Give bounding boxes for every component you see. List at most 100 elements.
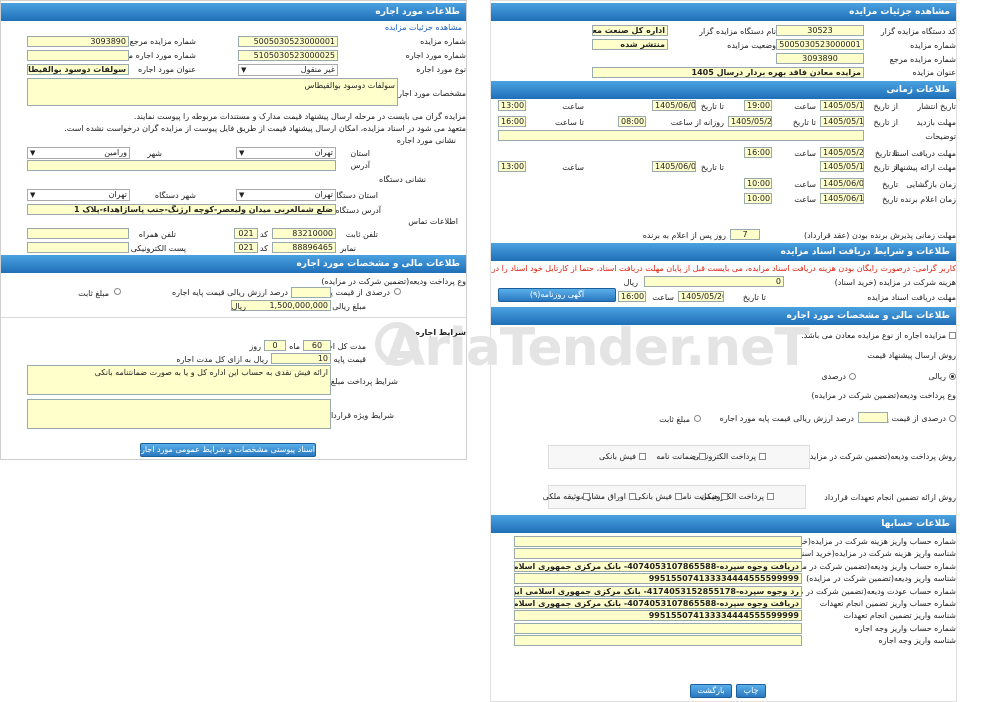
docs-header: طلاعات و شرایط دریافت اسناد مزایده bbox=[491, 243, 956, 261]
account-value-field bbox=[514, 622, 802, 634]
announce-date: 1405/06/11 bbox=[820, 193, 864, 204]
account-value-field: 995155074133334444555599999 bbox=[514, 573, 802, 585]
visit-to-date: 1405/05/20 bbox=[728, 116, 772, 127]
visit-daily-from: 08:00 bbox=[618, 116, 646, 127]
rial-option-radio[interactable] bbox=[949, 373, 956, 380]
account-value-field bbox=[514, 548, 802, 560]
doc-fee-label: هزینه شرکت در مزایده (خرید اسناد) bbox=[834, 278, 956, 287]
fixed-amount-radio[interactable] bbox=[114, 288, 121, 295]
doc-deadline-label: مهلت دریافت اسناد bbox=[891, 149, 956, 158]
bid-from-date: 1405/05/10 bbox=[820, 161, 864, 172]
account-value-field: دریافت وجوه سپرده-4074053107865588- بانک… bbox=[514, 598, 802, 609]
contract-terms-field bbox=[27, 399, 331, 429]
org-code-field: 30523 bbox=[776, 25, 864, 36]
payment-terms-field: ارائه فیش نقدی به حساب این اداره کل و یا… bbox=[27, 365, 331, 395]
doc-deadline-date: 1405/05/20 bbox=[820, 147, 864, 158]
doc-fee-field: 0 bbox=[644, 276, 784, 287]
account-label: شناسه واریز وجه اجاره bbox=[878, 636, 956, 646]
bid-to-time: 13:00 bbox=[498, 161, 526, 172]
percent-base-radio[interactable] bbox=[394, 288, 401, 295]
lease-attachments-button[interactable]: اسناد پیوستی مشخصات و شرایط عمومی مورد ا… bbox=[126, 443, 316, 457]
percent-option-radio[interactable] bbox=[849, 373, 856, 380]
bid-from-label: از تاریخ bbox=[873, 163, 898, 172]
city-select[interactable]: ▼ ورامین bbox=[27, 147, 130, 159]
announce-label: زمان اعلام برنده bbox=[900, 195, 956, 204]
account-value-field bbox=[514, 536, 802, 547]
specs-label: مشخصات مورد اجاره bbox=[393, 89, 466, 98]
account-label: شناسه واریز هزینه شرکت در مزایده(خرید اس… bbox=[792, 549, 956, 559]
deposit-method-option-checkbox[interactable] bbox=[759, 453, 766, 460]
ref-number-label: شماره مزایده مرجع bbox=[129, 37, 196, 46]
lease-title-label: عنوان مورد اجاره bbox=[137, 65, 196, 74]
guarantee-method-option-checkbox[interactable] bbox=[721, 493, 728, 500]
publish-to-time: 13:00 bbox=[498, 100, 526, 111]
publish-to-hour-label: ساعت bbox=[562, 102, 584, 111]
mobile-label: تلفن همراه bbox=[138, 230, 176, 239]
chevron-down-icon: ▼ bbox=[241, 66, 247, 74]
visit-daily-to-label: تا ساعت bbox=[555, 118, 584, 127]
note-no-attachment: متعهد می شود در اسناد مزایده، امکان ارسا… bbox=[64, 124, 466, 133]
device-province-select[interactable]: ▼ تهران bbox=[236, 189, 336, 201]
email-field bbox=[27, 242, 129, 253]
ref-number-label: شماره مزایده مرجع bbox=[889, 55, 956, 64]
account-value-field: رد وجوه سپرده-4174053152855178- بانک مرک… bbox=[514, 585, 802, 597]
guarantee-method-option-checkbox[interactable] bbox=[767, 493, 774, 500]
chevron-down-icon: ▼ bbox=[30, 191, 36, 199]
guarantee-method-option-checkbox[interactable] bbox=[629, 493, 636, 500]
guarantee-method-option-checkbox[interactable] bbox=[583, 493, 590, 500]
deposit-method-option-checkbox[interactable] bbox=[639, 453, 646, 460]
deposit-method-option-label: ضمانت نامه bbox=[656, 452, 696, 461]
back-button[interactable]: بازگشت bbox=[690, 684, 732, 698]
auction-number-label: شماره مزایده bbox=[910, 41, 956, 50]
announce-date-label: تاریخ bbox=[882, 195, 898, 204]
guarantee-method-option-label: وثیقه ملکی bbox=[542, 492, 580, 501]
lease-type-select[interactable]: ▼ غیر منقول bbox=[238, 64, 338, 76]
view-auction-details-link[interactable]: مشاهده جزئیات مزایده bbox=[385, 23, 462, 32]
visit-daily-label: روزانه از ساعت bbox=[670, 118, 724, 127]
doc-receive-hour-label: ساعت bbox=[652, 293, 674, 302]
province-select[interactable]: ▼ تهران bbox=[236, 147, 336, 159]
description-label: توضیحات bbox=[925, 132, 956, 141]
chevron-down-icon: ▼ bbox=[30, 149, 36, 157]
doc-receive-date: 1405/05/20 bbox=[678, 291, 724, 302]
auction-number-field: 5005030523000001 bbox=[238, 36, 338, 47]
section-divider bbox=[1, 317, 466, 318]
org-name-label: نام دستگاه مزایده گزار bbox=[699, 27, 776, 36]
status-field: منتشر شده bbox=[592, 39, 668, 50]
lease-financial-header: طلاعات مالی و مشخصات مورد اجاره bbox=[1, 255, 466, 273]
acceptance-suffix: روز پس از اعلام به برنده bbox=[642, 231, 726, 240]
bid-method-label: روش ارسال پیشنهاد قیمت bbox=[867, 351, 956, 360]
device-city-value: تهران bbox=[108, 190, 127, 199]
percent-option-label: درصدی bbox=[821, 372, 846, 381]
multi-item-checkbox[interactable] bbox=[949, 332, 956, 339]
percent-base-value-label: درصد ارزش ریالی قیمت پایه مورد اجاره bbox=[719, 414, 854, 423]
conditions-header: شرایط اجاره bbox=[415, 328, 466, 337]
bid-to-hour-label: ساعت bbox=[562, 163, 584, 172]
fixed-amount-radio[interactable] bbox=[694, 415, 701, 422]
doc-deadline-to-label: تا تاریخ bbox=[874, 149, 898, 158]
percent-base-radio[interactable] bbox=[949, 415, 956, 422]
newspaper-ad-button[interactable]: آگهی روزنامه(۹) bbox=[498, 288, 616, 302]
auction-number-field: 5005030523000001 bbox=[776, 39, 864, 50]
guarantee-method-option-checkbox[interactable] bbox=[675, 493, 682, 500]
publish-to-date: 1405/06/03 bbox=[652, 100, 696, 111]
multi-item-text: مزایده اجاره از نوع مزایده معادن می باشد… bbox=[801, 331, 946, 340]
fixed-amount-label: مبلغ ثابت bbox=[78, 289, 109, 298]
title-label: عنوان مزایده bbox=[912, 68, 957, 77]
lease-info-header: طلاعات مورد اجاره bbox=[1, 3, 466, 21]
announce-hour-label: ساعت bbox=[794, 195, 816, 204]
percent-base-label: درصدی از قیمت پایه bbox=[321, 288, 390, 297]
ref-number-field: 3093890 bbox=[27, 36, 129, 47]
publish-from-time: 19:00 bbox=[744, 100, 772, 111]
note-attachments: مزایده گران می بایست در مرحله ارسال پیشن… bbox=[133, 112, 466, 121]
device-city-select[interactable]: ▼ تهران bbox=[27, 189, 130, 201]
lease-type-label: نوع مورد اجاره bbox=[416, 65, 466, 74]
address-field bbox=[27, 160, 336, 171]
deposit-method-option-checkbox[interactable] bbox=[699, 453, 706, 460]
lease-number-label: شماره مورد اجاره bbox=[405, 51, 466, 60]
time-info-header: طلاعات زمانی bbox=[491, 81, 956, 99]
announce-time: 10:00 bbox=[744, 193, 772, 204]
account-value-field bbox=[514, 635, 802, 647]
publish-from-date: 1405/05/10 bbox=[820, 100, 864, 111]
print-button[interactable]: چاپ bbox=[736, 684, 766, 698]
